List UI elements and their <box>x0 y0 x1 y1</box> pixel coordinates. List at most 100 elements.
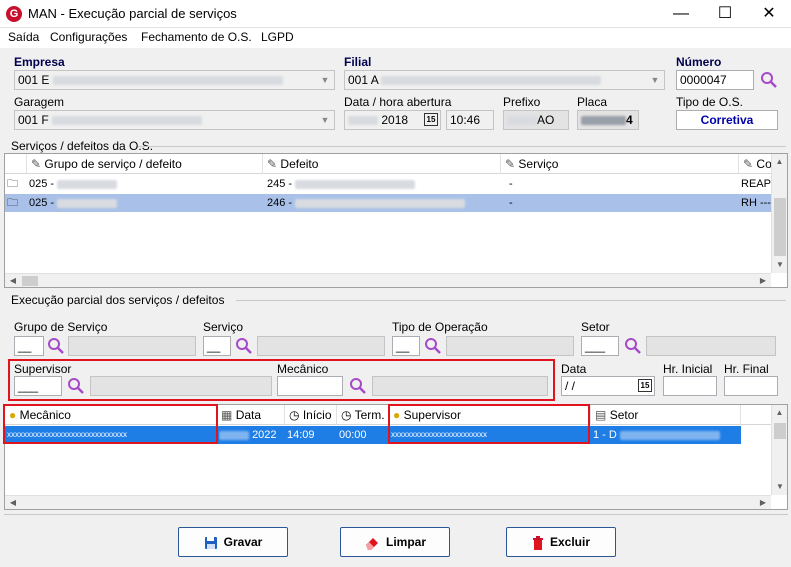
grid-header: ✎ Grupo de serviço / defeito ✎ Defeito ✎… <box>5 154 787 174</box>
section-divider <box>236 300 786 301</box>
scroll-thumb[interactable] <box>774 423 786 439</box>
limpar-button[interactable]: Limpar <box>340 527 450 557</box>
menu-configuracoes[interactable]: Configurações <box>50 30 127 44</box>
scroll-right-icon[interactable]: ▶ <box>755 274 771 288</box>
hr-final-label: Hr. Final <box>724 362 769 376</box>
grupo-servico-label: Grupo de Serviço <box>14 320 108 334</box>
supervisor-code-input[interactable]: ___ <box>14 376 62 396</box>
scroll-up-icon[interactable]: ▲ <box>772 154 787 170</box>
tipo-os-value: Corretiva <box>676 110 778 130</box>
search-icon[interactable] <box>423 336 443 356</box>
search-icon[interactable] <box>46 336 66 356</box>
numero-label: Número <box>676 55 722 69</box>
setor-desc <box>646 336 776 356</box>
footer-divider <box>4 514 788 515</box>
filial-label: Filial <box>344 55 372 69</box>
mecanico-code-input[interactable] <box>277 376 343 396</box>
hr-inicial-label: Hr. Inicial <box>663 362 713 376</box>
folder-icon: 🗀 <box>7 197 18 209</box>
excluir-button[interactable]: Excluir <box>506 527 616 557</box>
column-header-inicio[interactable]: ◷ Início <box>285 405 337 425</box>
supervisor-column-highlight <box>388 404 590 444</box>
scroll-left-icon[interactable]: ◀ <box>5 496 21 510</box>
search-icon[interactable] <box>348 376 368 396</box>
column-header-defeito[interactable]: ✎ Defeito <box>263 154 501 174</box>
hr-final-input[interactable] <box>724 376 778 396</box>
servicos-grid[interactable]: ✎ Grupo de serviço / defeito ✎ Defeito ✎… <box>4 153 788 288</box>
column-header-data[interactable]: ▦ Data <box>217 405 285 425</box>
empresa-label: Empresa <box>14 55 65 69</box>
section-divider <box>138 146 786 147</box>
gravar-button[interactable]: Gravar <box>178 527 288 557</box>
minimize-button[interactable]: — <box>659 0 703 28</box>
close-button[interactable]: ✕ <box>747 0 791 28</box>
edit-icon: ✎ <box>743 157 754 171</box>
scroll-thumb[interactable] <box>774 198 786 256</box>
clock-icon: ◷ <box>341 408 352 422</box>
data-abertura-label: Data / hora abertura <box>344 95 452 109</box>
supervisor-label: Supervisor <box>14 362 72 376</box>
column-header-setor[interactable]: ▤ Setor <box>591 405 741 425</box>
chevron-down-icon: ▼ <box>320 75 330 85</box>
maximize-button[interactable]: ☐ <box>703 0 747 28</box>
column-header-term[interactable]: ◷ Term. <box>337 405 389 425</box>
mecanico-column-highlight <box>3 404 218 444</box>
prefixo-input[interactable]: AO <box>503 110 569 130</box>
data-label: Data <box>561 362 587 376</box>
placa-label: Placa <box>577 95 608 109</box>
search-icon[interactable] <box>234 336 254 356</box>
tipo-operacao-label: Tipo de Operação <box>392 320 488 334</box>
servico-code-input[interactable]: __ <box>203 336 231 356</box>
tipo-os-label: Tipo de O.S. <box>676 95 743 109</box>
grupo-servico-desc <box>68 336 196 356</box>
placa-input[interactable]: 4 <box>577 110 639 130</box>
menu-saida[interactable]: Saída <box>8 30 39 44</box>
scroll-right-icon[interactable]: ▶ <box>755 496 771 510</box>
hr-inicial-input[interactable] <box>663 376 717 396</box>
empresa-select[interactable]: 001 E ▼ <box>14 70 335 90</box>
setor-code-input[interactable]: ___ <box>581 336 619 356</box>
search-icon[interactable] <box>759 70 779 90</box>
title-bar: G MAN - Execução parcial de serviços — ☐… <box>0 0 791 28</box>
prefixo-label: Prefixo <box>503 95 541 109</box>
column-header-servico[interactable]: ✎ Serviço <box>501 154 739 174</box>
menu-fechamento-os[interactable]: Fechamento de O.S. <box>141 30 252 44</box>
numero-input[interactable]: 0000047 <box>676 70 754 90</box>
servico-label: Serviço <box>203 320 244 334</box>
servicos-section-title: Serviços / defeitos da O.S. <box>11 139 154 153</box>
data-abertura-input[interactable]: 2018 15 <box>344 110 441 130</box>
scroll-thumb[interactable] <box>22 276 38 286</box>
servico-desc <box>257 336 385 356</box>
setor-label: Setor <box>581 320 610 334</box>
horizontal-scrollbar[interactable]: ◀ ▶ <box>5 273 771 287</box>
scroll-up-icon[interactable]: ▲ <box>772 405 787 421</box>
scroll-down-icon[interactable]: ▼ <box>772 479 788 495</box>
column-header-grupo[interactable]: ✎ Grupo de serviço / defeito <box>27 154 263 174</box>
grupo-servico-code-input[interactable]: __ <box>14 336 44 356</box>
calendar-icon[interactable]: 15 <box>638 379 652 392</box>
hora-abertura-input[interactable]: 10:46 <box>446 110 494 130</box>
chevron-down-icon: ▼ <box>320 115 330 125</box>
eraser-icon <box>365 537 378 550</box>
menu-bar: Saída Configurações Fechamento de O.S. L… <box>0 28 791 48</box>
calendar-icon[interactable]: 15 <box>424 113 438 126</box>
horizontal-scrollbar[interactable]: ◀ ▶ <box>5 495 771 509</box>
table-row[interactable]: 🗀 025 - 245 - - REAPI <box>5 175 771 193</box>
vertical-scrollbar[interactable]: ▲ ▼ <box>771 405 787 495</box>
scroll-down-icon[interactable]: ▼ <box>772 257 788 273</box>
menu-lgpd[interactable]: LGPD <box>261 30 294 44</box>
search-icon[interactable] <box>66 376 86 396</box>
data-input[interactable]: / / 15 <box>561 376 655 396</box>
trash-icon <box>532 535 543 550</box>
tipo-operacao-code-input[interactable]: __ <box>392 336 420 356</box>
vertical-scrollbar[interactable]: ▲ ▼ <box>771 154 787 273</box>
table-row[interactable]: 🗀 025 - 246 - - RH ---- <box>5 194 771 212</box>
window-title: MAN - Execução parcial de serviços <box>28 6 237 21</box>
search-icon[interactable] <box>623 336 643 356</box>
scroll-left-icon[interactable]: ◀ <box>5 274 21 288</box>
row-indicator-header <box>5 154 27 174</box>
garagem-label: Garagem <box>14 95 65 109</box>
mecanico-desc <box>372 376 548 396</box>
filial-select[interactable]: 001 A ▼ <box>344 70 665 90</box>
garagem-select[interactable]: 001 F ▼ <box>14 110 335 130</box>
